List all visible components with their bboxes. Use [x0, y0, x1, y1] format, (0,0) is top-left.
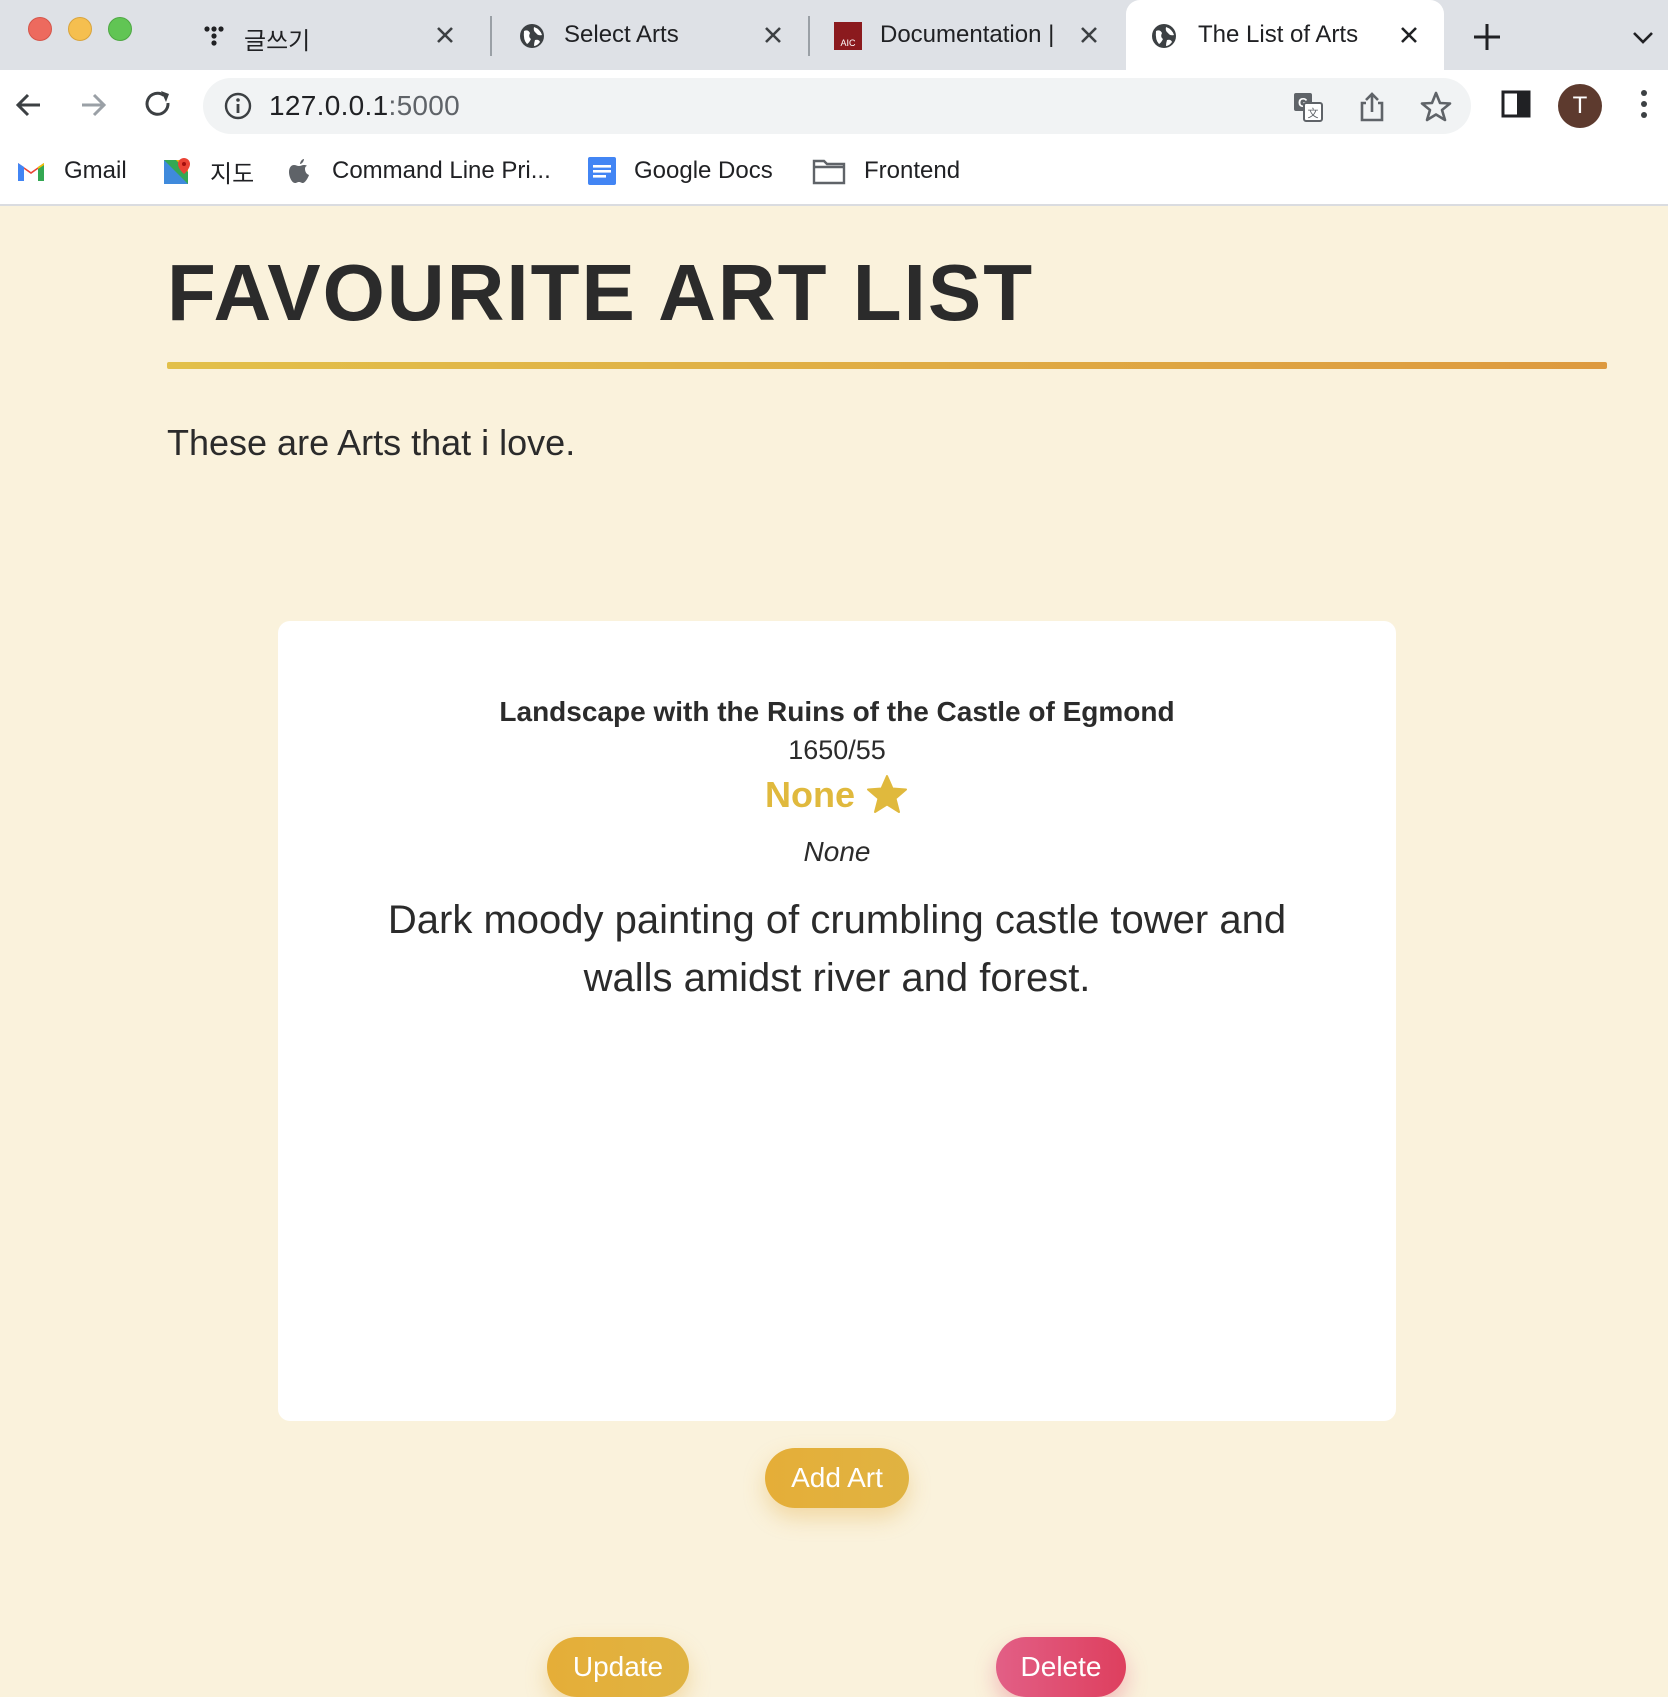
art-artist: None [803, 836, 871, 867]
bookmark-label: Command Line Pri... [332, 157, 551, 184]
bookmark-label: Frontend [864, 157, 961, 184]
globe-icon [520, 24, 544, 48]
maps-icon [164, 158, 190, 184]
back-arrow-icon[interactable] [10, 86, 48, 124]
share-icon[interactable] [1355, 90, 1389, 124]
forward-arrow-icon[interactable] [74, 86, 112, 124]
art-date: 1650/55 [788, 735, 886, 765]
reload-icon[interactable] [139, 86, 177, 124]
globe-icon [1152, 24, 1176, 48]
close-icon[interactable] [432, 22, 458, 48]
info-icon[interactable] [223, 91, 253, 121]
translate-icon[interactable]: G 文 [1291, 90, 1325, 124]
url-host: 127.0.0.1 [269, 90, 389, 121]
close-icon[interactable] [1076, 22, 1102, 48]
url-text: 127.0.0.1:5000 [269, 90, 460, 122]
aic-logo-icon: AIC [834, 22, 862, 50]
tab-select-arts[interactable]: Select Arts [498, 0, 808, 70]
svg-text:AIC: AIC [840, 38, 856, 48]
tab-title: 글쓰기 [244, 28, 311, 55]
bookmark-label: Gmail [64, 157, 127, 184]
bookmark-maps[interactable]: 지도 [162, 154, 254, 188]
address-bar[interactable]: 127.0.0.1:5000 G 文 [203, 78, 1471, 134]
close-icon[interactable] [1396, 22, 1422, 48]
profile-avatar[interactable]: T [1558, 84, 1602, 128]
side-panel-icon[interactable] [1498, 86, 1534, 122]
maximize-window-button[interactable] [108, 17, 132, 41]
delete-button[interactable]: Delete [996, 1637, 1126, 1697]
tab-separator [490, 16, 492, 56]
tab-separator [808, 16, 810, 56]
art-title: Landscape with the Ruins of the Castle o… [499, 696, 1175, 727]
folder-icon [812, 159, 846, 185]
tab-strip: 글쓰기 Select Arts AIC Documentation | The … [0, 0, 1668, 70]
add-art-button[interactable]: Add Art [765, 1448, 909, 1508]
art-description: Dark moody painting of crumbling castle … [387, 898, 1287, 1000]
title-divider [167, 362, 1607, 369]
bookmark-frontend-folder[interactable]: Frontend [812, 154, 960, 188]
browser-toolbar: 127.0.0.1:5000 G 文 T [0, 70, 1668, 140]
bookmark-label: Google Docs [634, 157, 773, 184]
bookmark-star-icon[interactable] [1419, 90, 1453, 124]
page-subtitle: These are Arts that i love. [167, 422, 576, 463]
svg-text:文: 文 [1308, 106, 1319, 120]
chevron-down-icon[interactable] [1630, 24, 1656, 50]
page-title: FAVOURITE ART LIST [167, 248, 1035, 337]
bookmark-gmail[interactable]: Gmail [16, 154, 127, 188]
rating-value: None [765, 774, 855, 815]
close-window-button[interactable] [28, 17, 52, 41]
tab-title: The List of Arts [1198, 21, 1359, 48]
art-card: Landscape with the Ruins of the Castle o… [278, 621, 1396, 1697]
bookmark-label: 지도 [210, 160, 255, 188]
gmail-icon [18, 163, 44, 181]
close-icon[interactable] [760, 22, 786, 48]
docs-icon [588, 157, 616, 185]
new-tab-button[interactable] [1470, 20, 1504, 54]
update-button[interactable]: Update [547, 1637, 689, 1697]
tab-write[interactable]: 글쓰기 [180, 0, 480, 70]
more-menu-icon[interactable] [1626, 86, 1662, 122]
minimize-window-button[interactable] [68, 17, 92, 41]
bookmark-command-line[interactable]: Command Line Pri... [284, 154, 551, 188]
url-port: :5000 [388, 90, 461, 121]
dots-app-icon [204, 26, 224, 46]
apple-icon [289, 159, 309, 183]
art-rating: None [278, 773, 1396, 817]
bookmark-google-docs[interactable]: Google Docs [586, 154, 773, 188]
tab-documentation[interactable]: AIC Documentation | [814, 0, 1124, 70]
tab-title: Documentation | [880, 21, 1055, 48]
tab-title: Select Arts [564, 21, 679, 48]
star-icon [867, 775, 907, 813]
tab-list-of-arts[interactable]: The List of Arts [1126, 0, 1444, 70]
page-content: FAVOURITE ART LIST These are Arts that i… [0, 207, 1668, 1697]
bookmarks-bar: Gmail 지도 Command Line Pri... Google Docs… [0, 140, 1668, 206]
